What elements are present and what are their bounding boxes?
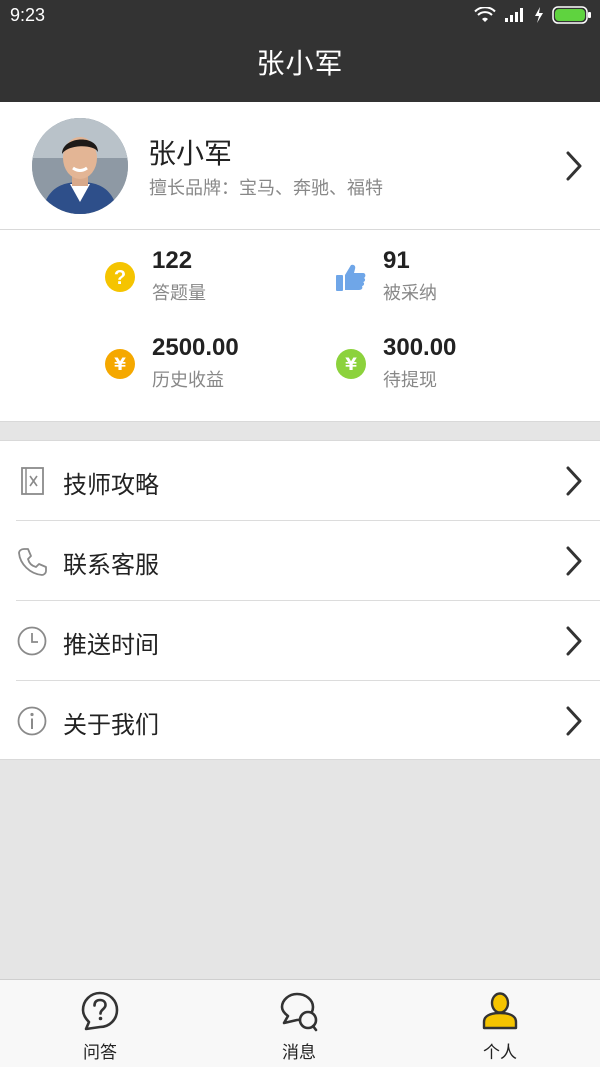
yen-icon: ¥ — [336, 349, 366, 379]
stat-history-income: ¥ 2500.00 历史收益 — [104, 334, 304, 394]
stats-panel: ? 122 答题量 91 被采纳 ¥ 2500.00 历史收益 ¥ 300.00… — [0, 230, 600, 422]
stat-value: 122 — [152, 247, 193, 274]
stat-answers: ? 122 答题量 — [104, 247, 304, 307]
chevron-right-icon — [566, 466, 582, 496]
menu-item-label: 联系客服 — [63, 551, 159, 579]
question-icon: ? — [105, 262, 135, 292]
stat-pending-withdraw: ¥ 300.00 待提现 — [335, 334, 535, 394]
menu-item-technician-guide[interactable]: 技师攻略 — [0, 441, 600, 521]
menu-item-label: 关于我们 — [63, 711, 159, 739]
phone-icon — [18, 548, 47, 576]
profile-brands: 擅长品牌：宝马、奔驰、福特 — [149, 178, 383, 199]
yen-icon: ¥ — [105, 349, 135, 379]
profile-card[interactable]: 张小军 擅长品牌：宝马、奔驰、福特 — [0, 102, 600, 230]
chevron-right-icon — [566, 626, 582, 656]
info-icon — [17, 706, 47, 736]
charging-icon — [535, 7, 543, 23]
tab-label: 个人 — [483, 1043, 517, 1063]
tab-profile[interactable]: 个人 — [440, 980, 560, 1067]
stat-value: 300.00 — [383, 334, 457, 361]
avatar — [32, 118, 128, 214]
profile-name: 张小军 — [148, 137, 233, 170]
chevron-right-icon — [566, 151, 582, 181]
stat-label: 答题量 — [152, 283, 206, 304]
thumbs-up-icon — [336, 264, 366, 291]
menu-item-contact-service[interactable]: 联系客服 — [0, 521, 600, 601]
clock-icon — [17, 626, 47, 656]
settings-menu: 技师攻略 联系客服 推送时间 关于我们 — [0, 440, 600, 760]
status-time: 9:23 — [10, 5, 46, 25]
svg-text:¥: ¥ — [114, 355, 126, 375]
tab-label: 问答 — [83, 1043, 117, 1063]
wifi-icon — [474, 7, 496, 22]
tab-messages[interactable]: 消息 — [239, 980, 359, 1067]
status-icons — [474, 6, 592, 24]
avatar-portrait — [32, 118, 128, 214]
title-bar: 张小军 — [0, 32, 600, 102]
chevron-right-icon — [566, 706, 582, 736]
menu-item-label: 技师攻略 — [63, 471, 159, 499]
page-title: 张小军 — [256, 47, 344, 80]
tab-qa[interactable]: 问答 — [40, 980, 160, 1067]
tab-label: 消息 — [282, 1043, 316, 1063]
person-icon — [482, 992, 518, 1030]
menu-item-about-us[interactable]: 关于我们 — [0, 681, 600, 761]
status-bar: 9:23 — [0, 0, 600, 32]
menu-item-label: 推送时间 — [63, 631, 159, 659]
chevron-right-icon — [566, 546, 582, 576]
stat-label: 历史收益 — [152, 370, 224, 391]
battery-icon — [552, 6, 591, 24]
question-bubble-icon — [81, 991, 119, 1031]
signal-icon — [505, 8, 523, 22]
chat-icon — [280, 992, 318, 1032]
bottom-tab-bar: 问答 消息 个人 — [0, 979, 600, 1067]
stat-adopted: 91 被采纳 — [335, 247, 535, 307]
stat-value: 2500.00 — [152, 334, 239, 361]
menu-item-push-time[interactable]: 推送时间 — [0, 601, 600, 681]
stat-label: 待提现 — [383, 370, 437, 391]
guide-icon — [21, 467, 44, 495]
stat-value: 91 — [383, 247, 410, 274]
svg-text:?: ? — [114, 267, 126, 289]
stat-label: 被采纳 — [383, 283, 437, 304]
svg-text:¥: ¥ — [345, 355, 357, 375]
